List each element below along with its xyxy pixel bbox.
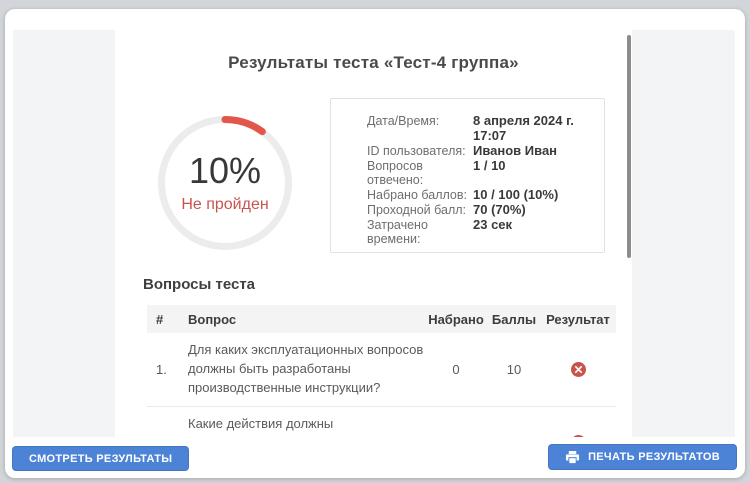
fail-x-icon [570, 435, 586, 437]
gauge-text: 10% Не пройден [155, 113, 295, 253]
view-results-label: СМОТРЕТЬ РЕЗУЛЬТАТЫ [29, 452, 173, 465]
question-number: 1. [156, 361, 167, 377]
header-points: Баллы [491, 311, 537, 327]
gauge-status: Не пройден [181, 195, 269, 213]
table-row: 1. Для каких эксплуатационных вопросов д… [147, 333, 616, 407]
detail-value: 10 / 100 (10%) [473, 187, 559, 202]
printer-icon [565, 450, 580, 465]
print-results-label: ПЕЧАТЬ РЕЗУЛЬТАТОВ [588, 451, 720, 463]
detail-row-time-spent: Затрачено времени: 23 сек [367, 217, 590, 246]
header-number: # [156, 311, 164, 327]
points-value: 10 [506, 361, 522, 377]
detail-row-score: Набрано баллов: 10 / 100 (10%) [367, 187, 590, 202]
header-earned: Набрано [428, 311, 484, 327]
question-text: Какие действия должны предприниматься в … [188, 415, 376, 437]
detail-value: 23 сек [473, 217, 513, 232]
fail-x-icon [570, 361, 586, 377]
view-results-button[interactable]: СМОТРЕТЬ РЕЗУЛЬТАТЫ [12, 446, 190, 471]
detail-label: Затрачено времени: [367, 218, 428, 246]
results-scroll-area: Результаты теста «Тест-4 группа» 10% Не … [13, 30, 735, 437]
detail-value: Иванов Иван [473, 143, 558, 158]
gauge-percent: 10% [188, 149, 262, 191]
detail-label: Дата/Время: [367, 114, 440, 128]
detail-label: ID пользователя: [367, 144, 466, 158]
details-panel: Дата/Время: 8 апреля 2024 г. 17:07 ID по… [330, 98, 605, 253]
detail-value: 8 апреля 2024 г. 17:07 [473, 113, 574, 143]
earned-value: 0 [424, 435, 488, 437]
questions-table: # Вопрос Набрано Баллы Результат 1. Для … [147, 305, 616, 437]
detail-row-passing-score: Проходной балл: 70 (70%) [367, 202, 590, 217]
detail-row-answered: Вопросов отвечено: 1 / 10 [367, 158, 590, 187]
detail-label: Набрано баллов: [367, 188, 467, 202]
question-text: Для каких эксплуатационных вопросов долж… [188, 342, 424, 395]
score-gauge: 10% Не пройден [155, 113, 295, 253]
print-results-button[interactable]: ПЕЧАТЬ РЕЗУЛЬТАТОВ [548, 444, 737, 470]
results-card: Результаты теста «Тест-4 группа» 10% Не … [115, 30, 632, 437]
earned-value: 0 [452, 361, 460, 377]
points-value: 10 [488, 435, 540, 437]
header-question: Вопрос [188, 311, 237, 327]
detail-value: 1 / 10 [473, 158, 506, 173]
header-result: Результат [546, 311, 610, 327]
detail-value: 70 (70%) [473, 202, 526, 217]
scrollbar-thumb[interactable] [627, 35, 631, 258]
detail-label: Вопросов отвечено: [367, 159, 424, 187]
page-title: Результаты теста «Тест-4 группа» [228, 53, 519, 72]
questions-heading: Вопросы теста [143, 276, 256, 293]
table-row: 2. Какие действия должны предприниматься… [147, 407, 616, 437]
detail-row-datetime: Дата/Время: 8 апреля 2024 г. 17:07 [367, 113, 590, 143]
detail-row-user-id: ID пользователя: Иванов Иван [367, 143, 590, 158]
question-number: 2. [147, 435, 180, 437]
results-window: Результаты теста «Тест-4 группа» 10% Не … [5, 9, 745, 478]
detail-label: Проходной балл: [367, 203, 467, 217]
table-header-row: # Вопрос Набрано Баллы Результат [147, 305, 616, 333]
